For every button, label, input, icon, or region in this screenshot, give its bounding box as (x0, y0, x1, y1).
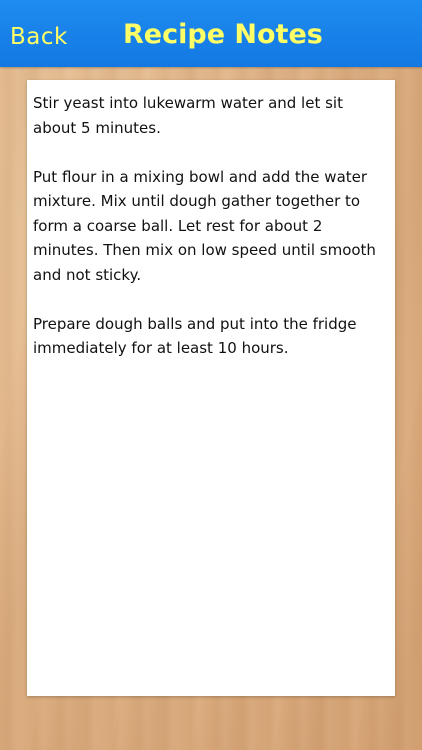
notes-paragraph: Put flour in a mixing bowl and add the w… (33, 167, 376, 284)
back-button[interactable]: Back (10, 19, 68, 55)
page-title: Recipe Notes (123, 19, 323, 50)
navigation-bar: Back Recipe Notes (0, 0, 422, 67)
notes-paragraph: Prepare dough balls and put into the fri… (33, 314, 357, 358)
notes-text-area[interactable]: Stir yeast into lukewarm water and let s… (27, 80, 395, 696)
notes-paragraph: Stir yeast into lukewarm water and let s… (33, 94, 343, 137)
notes-body: Stir yeast into lukewarm water and let s… (33, 91, 389, 385)
